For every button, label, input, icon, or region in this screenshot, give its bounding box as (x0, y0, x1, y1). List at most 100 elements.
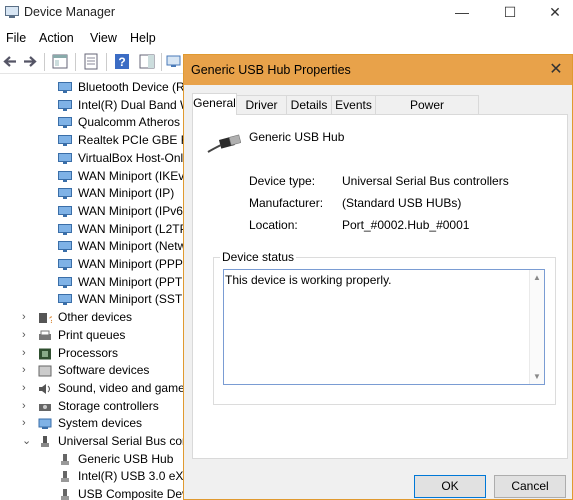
back-icon[interactable] (2, 53, 18, 70)
status-scrollbar[interactable]: ▲ ▼ (529, 270, 544, 384)
device-manager-icon (5, 6, 19, 18)
tree-item[interactable]: › System devices (0, 414, 190, 432)
tree-item-label: WAN Miniport (IKEv2) (78, 168, 190, 183)
menu-view[interactable]: View (90, 31, 117, 45)
tree-item-label: Bluetooth Device (RFCOMM Protocol TDI) (78, 80, 190, 94)
tree-item[interactable]: WAN Miniport (Network Monitor) (0, 237, 190, 255)
tree-item-label: USB Composite Device (78, 487, 190, 500)
show-hide-console-tree-icon[interactable] (52, 53, 68, 70)
menu-bar: File Action View Help (0, 28, 573, 48)
tree-item[interactable]: WAN Miniport (PPTP) (0, 273, 190, 291)
tab-events[interactable]: Events (331, 95, 376, 114)
tree-item-label: Qualcomm Atheros (78, 115, 181, 130)
ok-button[interactable]: OK (414, 475, 486, 498)
tree-item-label: Sound, video and game controllers (58, 380, 190, 395)
system-device-icon (38, 417, 52, 430)
device-status-textbox[interactable]: This device is working properly. ▲ ▼ (223, 269, 545, 385)
network-adapter-icon (58, 240, 72, 253)
dialog-close-button[interactable]: ✕ (546, 60, 566, 80)
tree-item[interactable]: › Sound, video and game controllers (0, 379, 190, 397)
menu-action[interactable]: Action (39, 31, 74, 45)
tree-item[interactable]: Bluetooth Device (RFCOMM Protocol TDI) (0, 78, 190, 96)
device-status-group: Device status This device is working pro… (213, 250, 556, 405)
maximize-button[interactable]: ☐ (488, 0, 532, 26)
tree-item-label: System devices (58, 416, 143, 431)
tree-item[interactable]: › Processors (0, 344, 190, 362)
device-type-value: Universal Serial Bus controllers (342, 174, 509, 188)
tree-item[interactable]: › Print queues (0, 326, 190, 344)
usb-controller-icon (38, 435, 52, 447)
usb-plug-icon (207, 134, 241, 153)
tree-item-label: WAN Miniport (SSTP) (78, 292, 190, 307)
chevron-right-icon[interactable]: › (22, 397, 26, 415)
tree-item[interactable]: WAN Miniport (IPv6) (0, 202, 190, 220)
tree-item[interactable]: WAN Miniport (L2TP) (0, 220, 190, 238)
tree-item[interactable]: Qualcomm Atheros (0, 113, 190, 131)
tree-item[interactable]: USB Composite Device (0, 485, 190, 500)
scroll-down-icon[interactable]: ▼ (533, 372, 541, 381)
window-title: Device Manager (24, 5, 116, 19)
cancel-button[interactable]: Cancel (494, 475, 566, 498)
chevron-right-icon[interactable]: › (22, 344, 26, 362)
usb-device-icon (58, 470, 72, 483)
tree-item[interactable]: › Storage controllers (0, 397, 190, 415)
chevron-right-icon[interactable]: › (22, 414, 26, 432)
tree-item-label: Software devices (58, 363, 150, 378)
tree-item-label: Storage controllers (58, 398, 159, 413)
svg-text:?: ? (49, 315, 52, 324)
other-devices-icon: ? (38, 311, 54, 325)
action-pane-icon[interactable] (139, 53, 155, 70)
tree-item[interactable]: ⌄ Universal Serial Bus controllers (0, 432, 190, 450)
network-adapter-icon (58, 170, 72, 182)
title-bar: Device Manager — ☐ ✕ (0, 0, 573, 26)
tree-item-label: Other devices (58, 310, 133, 325)
tree-item[interactable]: Intel(R) Dual Band Wireless-AC (0, 96, 190, 114)
chevron-right-icon[interactable]: › (22, 379, 26, 397)
network-adapter-icon (58, 134, 72, 147)
chevron-down-icon[interactable]: ⌄ (22, 432, 31, 450)
tree-item[interactable]: › Software devices (0, 361, 190, 379)
tab-power-management[interactable]: Power Management (375, 95, 479, 130)
tab-driver[interactable]: Driver (236, 95, 287, 114)
tab-details[interactable]: Details (286, 95, 332, 114)
properties-icon[interactable] (83, 53, 99, 70)
manufacturer-label: Manufacturer: (249, 196, 324, 210)
manufacturer-value: (Standard USB HUBs) (342, 196, 462, 210)
network-adapter-icon (58, 276, 72, 288)
tab-general[interactable]: General (192, 93, 237, 115)
tree-item[interactable]: WAN Miniport (SSTP) (0, 290, 190, 308)
menu-file[interactable]: File (6, 31, 26, 45)
tree-item[interactable]: ›? Other devices (0, 308, 190, 326)
tree-item[interactable]: WAN Miniport (IKEv2) (0, 167, 190, 185)
menu-help[interactable]: Help (130, 31, 156, 45)
usb-device-icon (58, 453, 72, 465)
help-icon[interactable]: ? (114, 53, 130, 70)
tree-item[interactable]: Realtek PCIe GBE Family Controller (0, 131, 190, 149)
chevron-right-icon[interactable]: › (22, 361, 26, 379)
tab-strip: General Driver Details Events Power Mana… (192, 93, 572, 130)
network-adapter-icon (58, 187, 72, 200)
chevron-right-icon[interactable]: › (22, 326, 26, 344)
network-adapter-icon (58, 205, 72, 217)
network-adapter-icon (58, 99, 72, 111)
scroll-up-icon[interactable]: ▲ (533, 273, 541, 282)
scan-hardware-icon[interactable] (166, 53, 182, 70)
svg-text:?: ? (118, 55, 125, 69)
tree-item-label: Processors (58, 345, 119, 360)
tree-item[interactable]: Intel(R) USB 3.0 eXtensible Host Control… (0, 467, 190, 485)
forward-icon[interactable] (22, 53, 38, 70)
tree-item-label: Realtek PCIe GBE Family Controller (78, 133, 190, 148)
tree-item-label: WAN Miniport (PPPOE) (78, 257, 190, 271)
minimize-button[interactable]: — (440, 0, 484, 26)
network-adapter-icon (58, 116, 72, 129)
processor-icon (38, 347, 52, 359)
tree-item[interactable]: WAN Miniport (PPPOE) (0, 255, 190, 273)
tree-item[interactable]: WAN Miniport (IP) (0, 184, 190, 202)
chevron-right-icon[interactable]: › (22, 308, 26, 326)
close-button[interactable]: ✕ (533, 0, 573, 26)
tree-item-label: WAN Miniport (Network Monitor) (78, 239, 190, 254)
tree-item-label: WAN Miniport (IPv6) (78, 203, 187, 218)
tree-item[interactable]: Generic USB Hub (0, 450, 190, 468)
tree-item[interactable]: VirtualBox Host-Only Ethernet Adapter (0, 149, 190, 167)
usb-device-icon (58, 488, 72, 500)
